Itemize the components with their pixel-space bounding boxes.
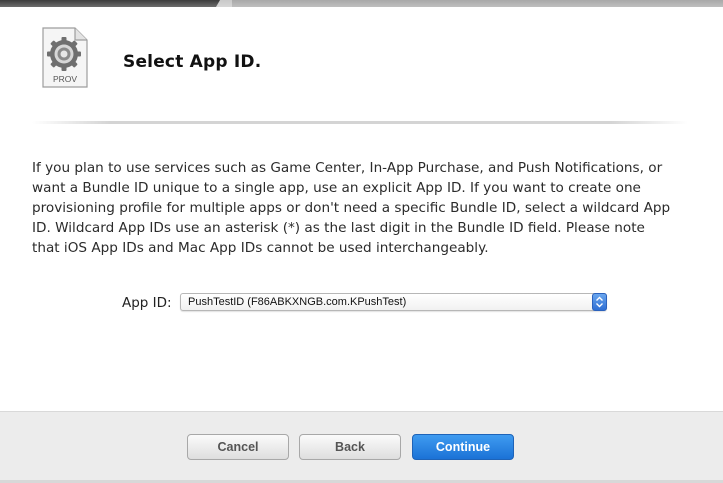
app-id-selected-value: PushTestID (F86ABKXNGB.com.KPushTest) [188, 296, 407, 308]
svg-text:PROV: PROV [53, 74, 77, 84]
chevron-up-down-icon [596, 296, 603, 308]
provisioning-profile-icon: PROV [42, 27, 88, 88]
cancel-button[interactable]: Cancel [187, 434, 289, 460]
app-id-select[interactable]: PushTestID (F86ABKXNGB.com.KPushTest) [180, 293, 607, 311]
top-decorative-bar [0, 0, 723, 7]
continue-button[interactable]: Continue [412, 434, 514, 460]
header-divider [32, 121, 688, 124]
app-id-label: App ID: [122, 295, 172, 311]
footer-bar: Cancel Back Continue [0, 411, 723, 483]
description-text: If you plan to use services such as Game… [32, 160, 671, 256]
app-id-select-stepper[interactable] [592, 293, 607, 311]
page-title: Select App ID. [123, 52, 262, 72]
back-button[interactable]: Back [299, 434, 401, 460]
